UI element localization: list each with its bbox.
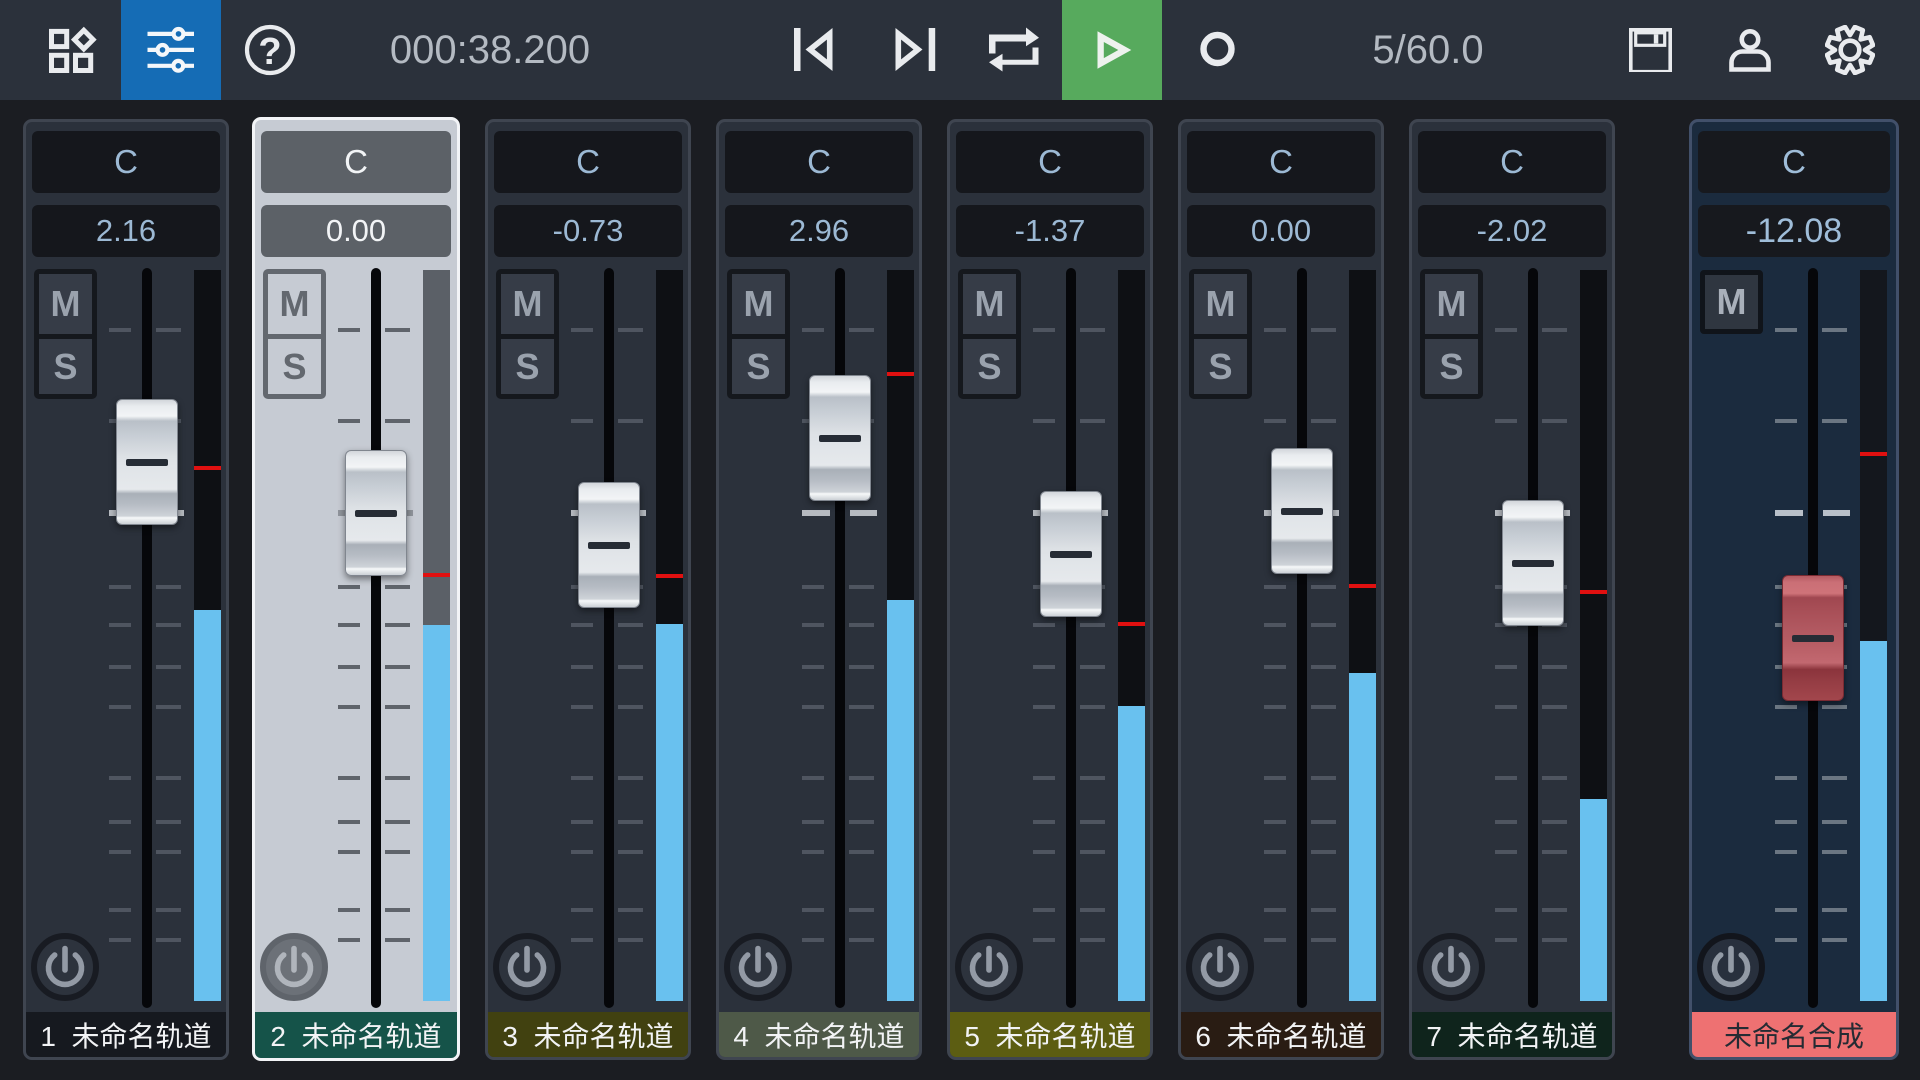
svg-text:?: ? — [258, 31, 281, 73]
